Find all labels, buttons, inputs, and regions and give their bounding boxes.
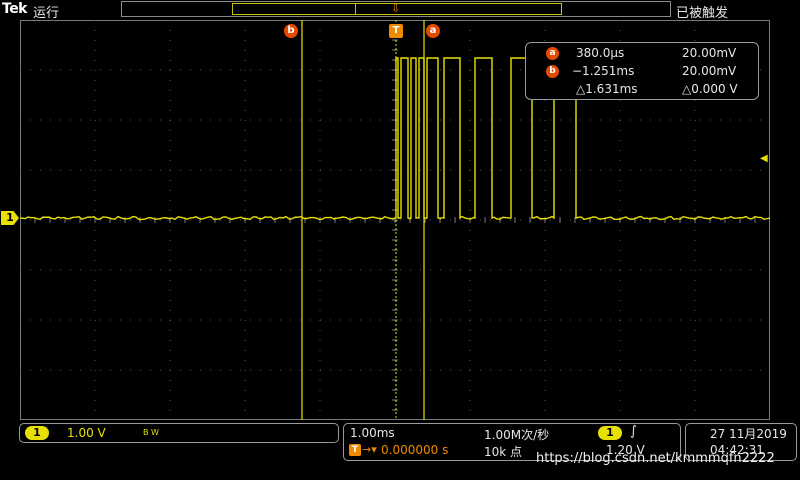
cursor-a-time: 380.0μs bbox=[576, 46, 625, 60]
horizontal-position[interactable]: 0.000000 s bbox=[381, 443, 448, 457]
watermark-text: https://blog.csdn.net/kmmmqfn2222 bbox=[536, 451, 775, 466]
channel1-vertical-scale[interactable]: 1.00 V bbox=[67, 426, 106, 440]
brand-logo: Tek bbox=[2, 1, 28, 17]
trigger-position-arrow-icon: ⇩ bbox=[391, 2, 401, 15]
bandwidth-limit-indicator: B W bbox=[143, 428, 159, 437]
acquisition-run-state[interactable]: 运行 bbox=[33, 2, 59, 21]
date-display: 27 11月2019 bbox=[710, 427, 787, 441]
position-arrow-icon: →▾ bbox=[362, 443, 377, 456]
trigger-status: 已被触发 bbox=[676, 6, 729, 21]
cursor-b-readout-tag: b bbox=[546, 65, 559, 78]
trigger-point-tag[interactable]: T bbox=[389, 24, 403, 38]
record-center-line bbox=[355, 3, 356, 14]
record-length: 10k 点 bbox=[484, 445, 523, 459]
cursor-b-time: −1.251ms bbox=[572, 64, 635, 78]
trigger-level-marker-icon[interactable]: ◀ bbox=[760, 154, 770, 164]
cursor-delta-row: △1.631ms △0.000 V bbox=[526, 82, 760, 100]
cursor-delta-time: △1.631ms bbox=[576, 82, 638, 96]
trigger-slope-icon[interactable]: ∫ bbox=[630, 424, 637, 439]
trigger-source-badge[interactable]: 1 bbox=[598, 426, 622, 440]
cursor-a-readout-tag: a bbox=[546, 47, 559, 60]
cursor-b-row: b −1.251ms 20.00mV bbox=[526, 64, 760, 82]
ch1-ground-marker[interactable]: 1 bbox=[1, 211, 19, 225]
cursor-a-volts: 20.00mV bbox=[682, 46, 737, 60]
cursor-a-tag[interactable]: a bbox=[426, 24, 440, 38]
cursor-delta-volts: △0.000 V bbox=[682, 82, 738, 96]
cursor-readout-panel: a 380.0μs 20.00mV b −1.251ms 20.00mV △1.… bbox=[525, 42, 759, 100]
trigger-position-icon: T bbox=[349, 444, 361, 456]
channel1-badge[interactable]: 1 bbox=[25, 426, 49, 440]
timebase-scale[interactable]: 1.00ms bbox=[350, 426, 395, 440]
sample-rate: 1.00M次/秒 bbox=[484, 428, 550, 442]
cursor-a-row: a 380.0μs 20.00mV bbox=[526, 46, 760, 64]
cursor-b-tag[interactable]: b bbox=[284, 24, 298, 38]
cursor-b-volts: 20.00mV bbox=[682, 64, 737, 78]
